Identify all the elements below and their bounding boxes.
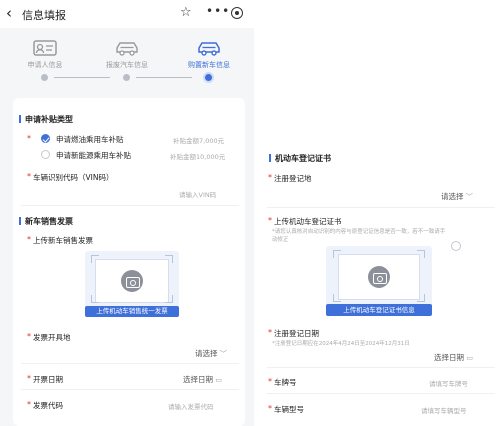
required-mark: *	[27, 134, 31, 143]
required-mark: *	[268, 328, 272, 337]
step-dot	[41, 74, 48, 81]
registration-upload-hint: *请您认真核对自动识别的内容与原登记证信息是否一致，若不一致请手	[272, 229, 446, 235]
option-nev-subsidy-label[interactable]: 申请新能源乘用车补贴	[56, 150, 131, 161]
camera-icon[interactable]	[368, 266, 390, 288]
divider	[267, 393, 495, 394]
registration-date-value: 选择日期	[434, 353, 464, 362]
invoice-upload-label: 上传新车销售发票	[33, 236, 93, 245]
model-input[interactable]: 请填写车辆型号	[421, 405, 467, 415]
help-circle-icon[interactable]	[451, 241, 461, 251]
frame-corner	[333, 250, 341, 258]
step-dot-active	[205, 74, 212, 81]
section-title-subsidy: 申请补贴类型	[25, 115, 73, 124]
required-mark: *	[27, 172, 31, 181]
step-applicant: 申请人信息	[10, 32, 80, 70]
divider	[21, 363, 239, 364]
required-mark: *	[268, 404, 272, 413]
required-mark: *	[268, 173, 272, 182]
calendar-icon: ▭	[215, 376, 223, 384]
registration-place-select[interactable]: 请选择 ﹀	[441, 191, 473, 202]
required-mark: *	[268, 216, 272, 225]
required-mark: *	[27, 235, 31, 244]
section-marker	[269, 154, 271, 162]
invoice-date-label: 开票日期	[33, 375, 63, 384]
page-title: 信息填报	[22, 9, 66, 22]
left-screen: ‹ 信息填报 ☆ ••• 申请人信息 报废汽车信息 购置新车信息 申请补贴类型 …	[0, 0, 254, 426]
divider	[267, 207, 495, 208]
frame-corner	[91, 295, 99, 303]
camera-icon[interactable]	[121, 270, 143, 292]
close-target-icon[interactable]	[231, 7, 243, 19]
divider	[21, 389, 239, 390]
step-label: 报废汽车信息	[106, 61, 148, 69]
right-screen: 机动车登记证书 * 注册登记地 请选择 ﹀ * 上传机动车登记证书 *请您认真核…	[263, 146, 504, 426]
section-title-invoice: 新车销售发票	[25, 217, 73, 226]
invoice-date-value: 选择日期	[183, 375, 213, 384]
step-indicator: 申请人信息 报废汽车信息 购置新车信息	[10, 32, 244, 94]
invoice-code-label: 发票代码	[33, 401, 63, 410]
step-dot	[123, 74, 130, 81]
section-title-registration: 机动车登记证书	[275, 154, 331, 163]
registration-upload-label: 上传机动车登记证书	[274, 217, 342, 226]
step-new-car: 购置新车信息	[174, 32, 244, 70]
frame-corner	[417, 294, 425, 302]
divider	[267, 367, 495, 368]
frame-corner	[417, 250, 425, 258]
required-mark: *	[27, 374, 31, 383]
invoice-place-label: 发票开具地	[33, 333, 71, 342]
required-mark: *	[27, 400, 31, 409]
section-marker	[19, 217, 21, 225]
more-options-icon[interactable]: •••	[206, 4, 230, 18]
option-fuel-subsidy-label[interactable]: 申请燃油乘用车补贴	[56, 134, 124, 145]
registration-date-label: 注册登记日期	[274, 329, 319, 338]
registration-date-hint: *注册登记日期应在2024年4月24日至2024年12月31日	[272, 341, 410, 347]
step-scrapped-car: 报废汽车信息	[92, 32, 162, 70]
plate-label: 车牌号	[274, 378, 297, 387]
registration-place-value: 请选择	[441, 192, 464, 201]
step-connector	[54, 77, 110, 78]
chevron-down-icon: ﹀	[465, 193, 473, 201]
option-fuel-subsidy-amount: 补贴金额7,000元	[173, 137, 225, 145]
section-marker	[19, 115, 21, 123]
frame-corner	[165, 295, 173, 303]
step-label: 购置新车信息	[188, 61, 230, 69]
registration-place-label: 注册登记地	[274, 174, 312, 183]
id-card-icon	[33, 40, 57, 56]
scrapped-car-icon	[116, 42, 138, 56]
calendar-icon: ▭	[466, 354, 474, 362]
registration-upload-button[interactable]: 上传机动车登记证书信息	[326, 304, 432, 316]
frame-corner	[165, 255, 173, 263]
registration-upload-hint-cont: 动修正	[272, 237, 289, 243]
step-connector	[136, 77, 192, 78]
divider	[21, 205, 239, 206]
frame-corner	[333, 294, 341, 302]
plate-input[interactable]: 请填写车牌号	[429, 378, 468, 388]
required-mark: *	[27, 332, 31, 341]
invoice-upload-button[interactable]: 上传机动车销售统一发票	[85, 306, 179, 317]
favorite-star-icon[interactable]: ☆	[180, 5, 192, 20]
nav-bar: ‹ 信息填报 ☆ •••	[0, 0, 254, 28]
invoice-code-input[interactable]: 请输入发票代码	[168, 401, 214, 411]
invoice-date-picker[interactable]: 选择日期 ▭	[183, 374, 222, 385]
vin-label: 车辆识别代码（VIN码）	[33, 173, 114, 182]
invoice-place-value: 请选择	[195, 349, 218, 358]
step-label: 申请人信息	[27, 61, 63, 69]
radio-nev-subsidy[interactable]	[41, 150, 50, 159]
required-mark: *	[268, 377, 272, 386]
form-card: 申请补贴类型 * 申请燃油乘用车补贴 补贴金额7,000元 申请新能源乘用车补贴…	[13, 98, 245, 426]
back-arrow-icon[interactable]: ‹	[6, 4, 12, 22]
chevron-down-icon: ﹀	[219, 350, 227, 358]
new-car-icon	[198, 42, 220, 56]
invoice-place-select[interactable]: 请选择 ﹀	[195, 348, 227, 359]
frame-corner	[91, 255, 99, 263]
option-nev-subsidy-amount: 补贴金额10,000元	[170, 153, 226, 161]
model-label: 车辆型号	[274, 405, 304, 414]
radio-fuel-subsidy[interactable]	[41, 134, 50, 143]
vin-input[interactable]: 请输入VIN码	[179, 189, 216, 199]
registration-date-picker[interactable]: 选择日期 ▭	[434, 352, 473, 363]
